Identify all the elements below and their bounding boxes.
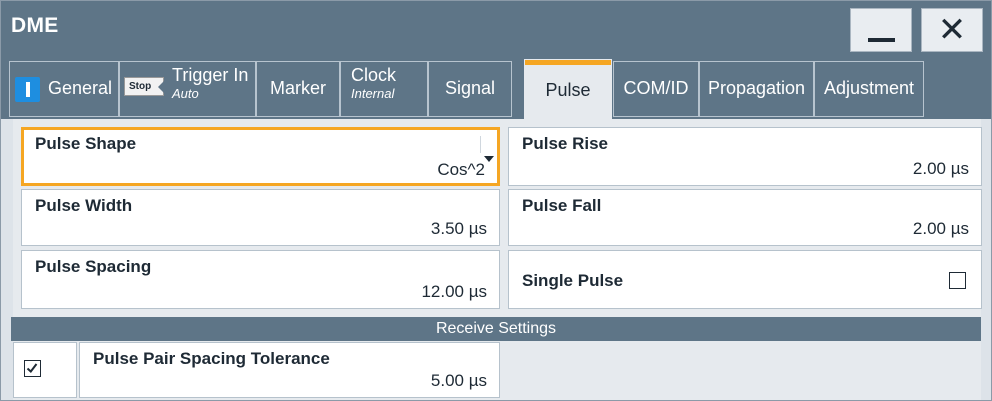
tab-comid-label: COM/ID: [623, 78, 689, 98]
tab-general[interactable]: General: [9, 61, 119, 117]
tab-clock-label: Clock: [351, 65, 397, 85]
info-icon: [15, 77, 40, 102]
pulse-spacing-label: Pulse Spacing: [35, 257, 152, 276]
pulse-fall-value: 2.00 µs: [912, 219, 969, 238]
tab-pulse-label: Pulse: [545, 80, 591, 100]
tab-trigger-in[interactable]: Stop Trigger In Auto: [119, 61, 256, 117]
pulse-shape-label: Pulse Shape: [35, 134, 137, 153]
dme-dialog: DME ✕ General Stop Trigger In Auto Marke…: [0, 0, 992, 401]
pulse-spacing-field[interactable]: Pulse Spacing 12.00 µs: [21, 250, 500, 309]
checkmark-icon: [26, 363, 38, 373]
pulse-width-value: 3.50 µs: [430, 219, 487, 238]
pulse-fall-field[interactable]: Pulse Fall 2.00 µs: [508, 189, 982, 246]
stop-badge-icon: Stop: [124, 77, 164, 96]
pulse-width-field[interactable]: Pulse Width 3.50 µs: [21, 189, 500, 246]
title-bar: DME ✕: [1, 1, 991, 53]
tab-trigger-label: Trigger In: [172, 65, 249, 85]
tab-general-label: General: [48, 78, 113, 98]
dropdown-divider: [480, 136, 481, 153]
minimize-button[interactable]: [850, 8, 912, 52]
pulse-rise-label: Pulse Rise: [522, 134, 608, 153]
single-pulse-field: Single Pulse: [508, 250, 982, 309]
tab-clock[interactable]: Clock Internal: [340, 61, 428, 117]
tab-signal-label: Signal: [444, 78, 496, 98]
pulse-pair-spacing-tolerance-field[interactable]: Pulse Pair Spacing Tolerance 5.00 µs: [79, 342, 500, 398]
close-icon: ✕: [937, 10, 967, 50]
tab-trigger-sub: Auto: [172, 86, 199, 101]
tab-adjustment-label: Adjustment: [823, 78, 915, 98]
single-pulse-label: Single Pulse: [522, 271, 624, 290]
pulse-spacing-value: 12.00 µs: [421, 282, 487, 301]
minimize-icon: [868, 38, 895, 42]
tolerance-enable-checkbox[interactable]: [24, 360, 41, 377]
pulse-shape-select[interactable]: Pulse Shape Cos^2: [21, 127, 500, 186]
window-title: DME: [11, 14, 59, 37]
close-button[interactable]: ✕: [921, 8, 983, 52]
tab-propagation-label: Propagation: [707, 78, 806, 98]
chevron-down-icon: [484, 156, 494, 162]
tab-clock-sub: Internal: [351, 86, 395, 101]
tolerance-value: 5.00 µs: [430, 371, 487, 390]
tolerance-label: Pulse Pair Spacing Tolerance: [93, 349, 330, 368]
pulse-rise-field[interactable]: Pulse Rise 2.00 µs: [508, 127, 982, 186]
pulse-width-label: Pulse Width: [35, 196, 133, 215]
pulse-fall-label: Pulse Fall: [522, 196, 602, 215]
tab-adjustment[interactable]: Adjustment: [814, 61, 924, 117]
active-tab-indicator: [525, 60, 611, 65]
tab-strip: General Stop Trigger In Auto Marker Cloc…: [1, 53, 991, 119]
pulse-rise-value: 2.00 µs: [912, 159, 969, 178]
tab-signal[interactable]: Signal: [428, 61, 512, 117]
tab-propagation[interactable]: Propagation: [699, 61, 814, 117]
receive-settings-header: Receive Settings: [11, 317, 981, 341]
single-pulse-checkbox[interactable]: [949, 272, 966, 289]
tab-com-id[interactable]: COM/ID: [613, 61, 699, 117]
tab-marker-label: Marker: [269, 78, 326, 98]
pulse-shape-value: Cos^2: [437, 160, 485, 179]
tolerance-enable-cell: [13, 342, 77, 398]
tab-marker[interactable]: Marker: [256, 61, 340, 117]
tab-pulse[interactable]: Pulse: [524, 59, 612, 119]
